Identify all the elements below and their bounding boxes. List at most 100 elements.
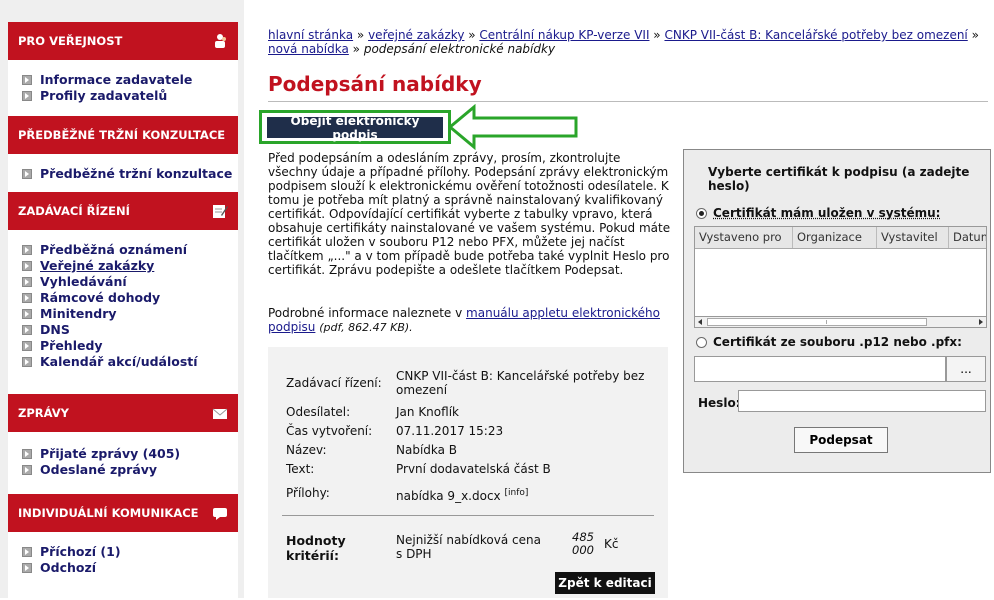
breadcrumb-current: podepsání elektronické nabídky — [363, 42, 556, 56]
highlight-arrow-icon — [448, 104, 578, 150]
breadcrumb-new-offer[interactable]: nová nabídka — [268, 42, 349, 56]
summary-value: Jan Knoflík — [396, 405, 459, 419]
bullet-icon — [22, 245, 32, 255]
people-icon — [215, 34, 226, 48]
sidebar-item-label: Přijaté zprávy (405) — [40, 446, 181, 461]
page-title: Podepsání nabídky — [268, 72, 482, 96]
summary-value: Nabídka B — [396, 443, 458, 457]
certificate-file-field[interactable] — [694, 356, 946, 382]
section-title: ZADÁVACÍ ŘÍZENÍ — [18, 204, 130, 218]
summary-label: Čas vytvoření: — [286, 424, 373, 438]
radio-file-cert-label[interactable]: Certifikát ze souboru .p12 nebo .pfx: — [713, 335, 962, 349]
sidebar-item-label: Minitendry — [40, 306, 117, 321]
sidebar-item-prichozi[interactable]: Příchozí (1) — [22, 544, 238, 560]
bullet-icon — [22, 261, 32, 271]
sidebar-item-vyhledavani[interactable]: Vyhledávání — [22, 274, 238, 290]
breadcrumb-separator: » — [967, 28, 979, 42]
message-summary: Zadávací řízení: CNKP VII-část B: Kancel… — [268, 347, 668, 598]
sidebar-item-label: Kalendář akcí/událostí — [40, 354, 198, 369]
sidebar-item-ramcove-dohody[interactable]: Rámcové dohody — [22, 290, 238, 306]
radio-system-cert[interactable] — [696, 208, 707, 219]
sidebar-item-predbezna-oznameni[interactable]: Předběžná oznámení — [22, 242, 238, 258]
breadcrumb: hlavní stránka » veřejné zakázky » Centr… — [268, 28, 988, 56]
scroll-right-icon[interactable] — [979, 319, 983, 325]
breadcrumb-part[interactable]: CNKP VII-část B: Kancelářské potřeby bez… — [664, 28, 967, 42]
section-title: PRO VEŘEJNOST — [18, 34, 123, 48]
section-header-messages: ZPRÁVY — [8, 394, 238, 432]
sidebar-item-kalendar[interactable]: Kalendář akcí/událostí — [22, 354, 238, 370]
summary-value: CNKP VII-část B: Kancelářské potřeby bez… — [396, 369, 645, 397]
breadcrumb-separator: » — [649, 28, 665, 42]
sidebar-item-prehledy[interactable]: Přehledy — [22, 338, 238, 354]
bullet-icon — [22, 547, 32, 557]
section-title: INDIVIDUÁLNÍ KOMUNIKACE — [18, 506, 199, 520]
breadcrumb-public[interactable]: veřejné zakázky — [368, 28, 464, 42]
scroll-left-icon[interactable] — [698, 319, 702, 325]
attachment-info-link[interactable]: [info] — [504, 488, 528, 498]
section-body-communication: Příchozí (1) Odchozí — [8, 532, 238, 600]
sidebar-item-prijate-zpravy[interactable]: Přijaté zprávy (405) — [22, 446, 238, 462]
bullet-icon — [22, 465, 32, 475]
column-header[interactable]: Vystavitel — [877, 227, 949, 248]
bullet-icon — [22, 341, 32, 351]
scrollbar-thumb[interactable] — [707, 318, 927, 326]
section-title: ZPRÁVY — [18, 406, 69, 420]
bullet-icon — [22, 75, 32, 85]
sidebar-item-odchozi[interactable]: Odchozí — [22, 560, 238, 576]
sidebar-item-label: Informace zadavatele — [40, 72, 193, 87]
sidebar-item-informace-zadavatele[interactable]: Informace zadavatele — [22, 72, 238, 88]
table-horizontal-scrollbar[interactable] — [694, 316, 987, 328]
summary-divider — [282, 515, 654, 516]
intro-text: Před podepsáním a odesláním zprávy, pros… — [268, 151, 671, 277]
bullet-icon — [22, 309, 32, 319]
envelope-icon — [212, 408, 228, 419]
section-header-consultations: PŘEDBĚŽNÉ TRŽNÍ KONZULTACE — [8, 116, 238, 154]
bullet-icon — [22, 293, 32, 303]
summary-label: Text: — [286, 462, 315, 476]
sidebar-item-verejne-zakazky[interactable]: Veřejné zakázky — [22, 258, 238, 274]
bullet-icon — [22, 325, 32, 335]
bullet-icon — [22, 169, 32, 179]
sidebar-item-label: Profily zadavatelů — [40, 88, 168, 103]
summary-label: Zadávací řízení: — [286, 376, 382, 390]
sidebar-item-label: Veřejné zakázky — [40, 258, 155, 273]
summary-label: Odesílatel: — [286, 405, 351, 419]
back-to-edit-button[interactable]: Zpět k editaci — [555, 572, 655, 594]
radio-system-cert-label[interactable]: Certifikát mám uložen v systému: — [713, 206, 940, 220]
summary-value: 07.11.2017 15:23 — [396, 424, 504, 438]
sidebar-item-minitendry[interactable]: Minitendry — [22, 306, 238, 322]
applet-title: Vyberte certifikát k podpisu (a zadejte … — [708, 165, 970, 193]
sidebar-item-odeslane-zpravy[interactable]: Odeslané zprávy — [22, 462, 238, 478]
bullet-icon — [22, 277, 32, 287]
column-header[interactable]: Datum — [949, 227, 986, 248]
breadcrumb-central[interactable]: Centrální nákup KP-verze VII — [479, 28, 649, 42]
more-info: Podrobné informace naleznete v manuálu a… — [268, 306, 673, 335]
criteria-value: 485 000 — [572, 530, 594, 557]
bullet-icon — [22, 91, 32, 101]
section-title: PŘEDBĚŽNÉ TRŽNÍ KONZULTACE — [18, 128, 226, 142]
signature-applet: Vyberte certifikát k podpisu (a zadejte … — [683, 149, 991, 473]
certificate-table[interactable]: Vystaveno pro Organizace Vystavitel Datu… — [694, 226, 987, 318]
section-body-procurement: Předběžná oznámení Veřejné zakázky Vyhle… — [8, 230, 238, 414]
sidebar-item-label: Předběžné tržní konzultace — [40, 166, 233, 181]
section-header-communication: INDIVIDUÁLNÍ KOMUNIKACE — [8, 494, 238, 532]
sidebar-item-profily-zadavatelu[interactable]: Profily zadavatelů — [22, 88, 238, 104]
criteria-label: Hodnoty kritérií: — [286, 533, 346, 563]
summary-label: Název: — [286, 443, 327, 457]
browse-file-button[interactable]: ... — [946, 356, 986, 382]
column-header[interactable]: Organizace — [793, 227, 877, 248]
bypass-signature-button[interactable]: Obejít elektronický podpis — [267, 114, 443, 142]
attachment-name[interactable]: nabídka 9_x.docx — [396, 489, 501, 503]
password-field[interactable] — [738, 390, 986, 412]
more-info-prefix: Podrobné informace naleznete v — [268, 306, 467, 320]
sign-button[interactable]: Podepsat — [794, 427, 888, 453]
breadcrumb-home[interactable]: hlavní stránka — [268, 28, 353, 42]
bullet-icon — [22, 357, 32, 367]
section-header-public: PRO VEŘEJNOST — [8, 22, 238, 60]
highlight-box: Obejít elektronický podpis — [259, 110, 451, 144]
manual-file-meta: (pdf, 862.47 KB). — [319, 321, 413, 334]
sidebar-item-predbezne-konzultace[interactable]: Předběžné tržní konzultace — [22, 166, 238, 182]
column-header[interactable]: Vystaveno pro — [695, 227, 793, 248]
radio-file-cert[interactable] — [696, 337, 707, 348]
sidebar-item-dns[interactable]: DNS — [22, 322, 238, 338]
